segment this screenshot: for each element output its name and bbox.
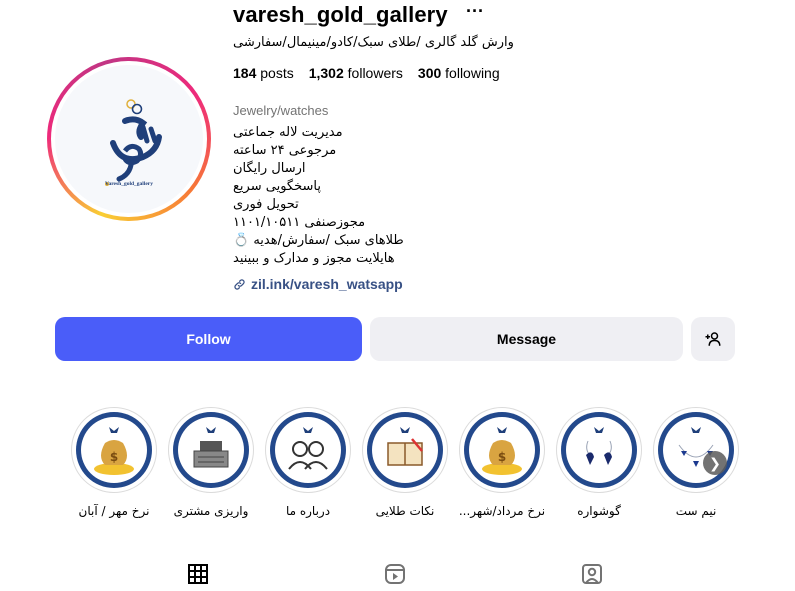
highlight-label: نکات طلایی xyxy=(375,504,435,518)
bio-line: تحویل فوری xyxy=(233,197,299,212)
highlight-cover xyxy=(372,417,438,483)
highlight-cover: $ xyxy=(469,417,535,483)
more-options-icon[interactable]: ··· xyxy=(466,1,484,22)
cash-register-icon xyxy=(193,427,229,468)
followers-stat[interactable]: 1,302 followers xyxy=(309,65,403,81)
svg-text:$: $ xyxy=(110,450,118,464)
highlight-ring: $ xyxy=(459,407,545,493)
highlight-frame xyxy=(173,412,249,488)
grid-icon xyxy=(188,564,208,584)
profile-link-text: zil.ink/varesh_watsapp xyxy=(251,276,403,292)
following-count: 300 xyxy=(417,65,442,81)
link-icon xyxy=(234,278,245,290)
highlight-label: گوشواره xyxy=(577,504,621,518)
followers-label: followers xyxy=(347,65,403,81)
bio-line: مرجوعی ۲۴ ساعته xyxy=(233,143,337,158)
highlight-frame xyxy=(367,412,443,488)
bio-line: هایلایت مجوز و مدارک و ببینید xyxy=(233,251,395,266)
highlight-frame xyxy=(270,412,346,488)
highlight-frame xyxy=(658,412,734,488)
bio-line: ارسال رایگان xyxy=(233,161,306,176)
profile-link[interactable]: zil.ink/varesh_watsapp xyxy=(233,276,403,292)
highlight-label: نرخ مهر / آبان xyxy=(78,504,150,518)
highlight-label: واریزی مشتری xyxy=(173,504,249,518)
highlight-frame: $ xyxy=(76,412,152,488)
message-button[interactable]: Message xyxy=(370,317,683,361)
bio-line: مدیریت لاله جماعتی xyxy=(233,125,343,140)
posts-label: posts xyxy=(260,65,294,81)
add-person-icon xyxy=(705,332,721,346)
chevron-right-icon: ❯ xyxy=(709,454,721,471)
avatar-caption: Varesh_gold_gallery xyxy=(105,181,153,187)
highlight-frame: $ xyxy=(464,412,540,488)
money-bag-icon: $ xyxy=(94,427,134,475)
highlight-cover xyxy=(178,417,244,483)
highlight-frame xyxy=(561,412,637,488)
tab-posts[interactable] xyxy=(187,563,209,585)
highlight-label: درباره ما xyxy=(285,504,331,518)
svg-text:$: $ xyxy=(498,450,506,464)
follow-button[interactable]: Follow xyxy=(55,317,362,361)
tab-tagged[interactable] xyxy=(581,563,603,585)
posts-stat[interactable]: 184 posts xyxy=(233,65,294,81)
highlight-cover xyxy=(566,417,632,483)
posts-count: 184 xyxy=(233,65,257,81)
book-icon xyxy=(387,427,423,466)
highlight-ring xyxy=(653,407,739,493)
suggested-accounts-button[interactable] xyxy=(691,317,735,361)
highlights-next-button[interactable]: ❯ xyxy=(703,451,727,475)
reels-icon xyxy=(385,564,405,584)
money-bag-icon: $ xyxy=(482,427,522,475)
highlight-ring xyxy=(265,407,351,493)
full-name: وارش گلد گالری /طلای سبک/کادو/مینیمال/سف… xyxy=(233,35,514,50)
tab-reels[interactable] xyxy=(384,563,406,585)
highlight-ring xyxy=(556,407,642,493)
tagged-icon xyxy=(582,564,602,584)
highlight-ring xyxy=(168,407,254,493)
earrings-icon xyxy=(586,427,612,465)
avatar-border: Varesh_gold_gallery xyxy=(51,61,207,217)
avatar[interactable]: Varesh_gold_gallery xyxy=(55,65,203,213)
highlight-label: نیم ست xyxy=(675,504,717,518)
highlight-label: نرخ مرداد/شهر... xyxy=(458,504,546,518)
following-stat[interactable]: 300 following xyxy=(418,65,500,81)
highlight-ring: $ xyxy=(71,407,157,493)
profile-avatar-ring[interactable]: Varesh_gold_gallery xyxy=(47,57,211,221)
profile-stats: 184 posts 1,302 followers 300 following xyxy=(233,65,500,81)
highlight-cover: $ xyxy=(81,417,147,483)
username: varesh_gold_gallery xyxy=(233,2,448,27)
bio-line: طلاهای سبک /سفارش/هدیه 💍 xyxy=(233,233,404,248)
bio-line: پاسخگویی سریع xyxy=(233,179,321,194)
people-icon xyxy=(288,427,328,470)
highlight-cover xyxy=(275,417,341,483)
varesh-logo xyxy=(105,99,162,186)
followers-count: 1,302 xyxy=(308,65,344,81)
bio-line: مجوزصنفی ۱۱۰۱/۱۰۵۱۱ xyxy=(233,215,366,230)
bio: مدیریت لاله جماعتی مرجوعی ۲۴ ساعته ارسال… xyxy=(233,124,423,268)
highlight-ring xyxy=(362,407,448,493)
following-label: following xyxy=(445,65,500,81)
profile-category: Jewelry/watches xyxy=(233,103,329,118)
